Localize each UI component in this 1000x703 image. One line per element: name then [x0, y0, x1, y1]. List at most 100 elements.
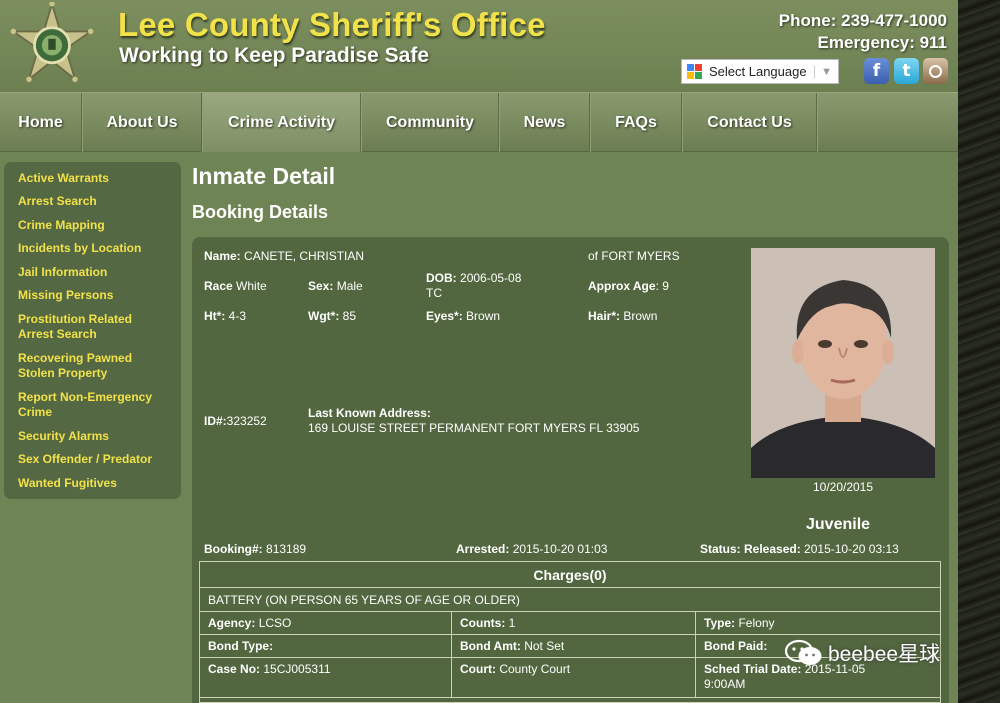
dob-value: 2006-05-08 — [460, 271, 522, 285]
nav-about-us[interactable]: About Us — [83, 93, 202, 152]
case-number-cell: Case No: 15CJ005311 — [200, 658, 452, 698]
facebook-icon[interactable]: f — [864, 58, 889, 84]
eyes-label: Eyes*: — [426, 309, 463, 323]
emergency-number: Emergency: 911 — [817, 33, 947, 52]
sidebar-item-sex-offender[interactable]: Sex Offender / Predator — [18, 452, 152, 467]
status-label: Status: Released: — [700, 542, 801, 556]
address-field: Last Known Address: 169 LOUISE STREET PE… — [308, 406, 639, 436]
sidebar-item-active-warrants[interactable]: Active Warrants — [18, 171, 109, 186]
twitter-icon[interactable]: t — [894, 58, 919, 84]
chevron-down-icon: ▼ — [814, 65, 832, 78]
weight-label: Wgt*: — [308, 309, 340, 323]
inmate-photo — [751, 248, 935, 478]
sidebar-item-arrest-search[interactable]: Arrest Search — [18, 194, 97, 209]
agency-label: Agency: — [208, 616, 256, 630]
counts-cell: Counts: 1 — [452, 612, 696, 635]
age-field: Approx Age: 9 — [588, 279, 669, 293]
sex-label: Sex: — [308, 279, 334, 293]
nav-news[interactable]: News — [500, 93, 590, 152]
status-field: Status: Released: 2015-10-20 03:13 — [700, 542, 899, 557]
sidebar-item-crime-mapping[interactable]: Crime Mapping — [18, 218, 105, 233]
name-value: CANETE, CHRISTIAN — [244, 249, 365, 263]
site-tagline: Working to Keep Paradise Safe — [119, 44, 430, 67]
height-value: 4-3 — [228, 309, 247, 323]
weight-field: Wgt*: 85 — [308, 309, 356, 324]
sidebar-item-prostitution-arrest-search[interactable]: Prostitution Related Arrest Search — [18, 312, 158, 342]
phone-number: Phone: 239-477-1000 — [778, 11, 947, 30]
arrested-label: Arrested: — [456, 542, 510, 556]
dob-label: DOB: — [426, 271, 457, 285]
city-field: of FORT MYERS — [588, 249, 680, 264]
sex-value: Male — [336, 279, 363, 293]
main-nav: Home About Us Crime Activity Community N… — [0, 92, 958, 152]
photo-date: 10/20/2015 — [812, 480, 874, 494]
address-value: 169 LOUISE STREET PERMANENT FORT MYERS F… — [308, 421, 640, 435]
eyes-value: Brown — [466, 309, 501, 323]
wechat-icon — [784, 639, 822, 665]
watermark: beebee星球 — [784, 638, 940, 668]
bond-amount-label: Bond Amt: — [460, 639, 521, 653]
id-field: ID#:323252 — [204, 414, 267, 429]
race-field: Race White — [204, 279, 267, 294]
agency-value: LCSO — [258, 616, 292, 630]
sex-field: Sex: Male — [308, 279, 363, 294]
nav-faqs[interactable]: FAQs — [591, 93, 682, 152]
sidebar-item-recovering-pawned-property[interactable]: Recovering Pawned Stolen Property — [18, 351, 150, 381]
sidebar-item-wanted-fugitives[interactable]: Wanted Fugitives — [18, 476, 117, 491]
bond-type-label: Bond Type: — [208, 639, 274, 653]
arrested-field: Arrested: 2015-10-20 01:03 — [456, 542, 607, 557]
sidebar-item-incidents-by-location[interactable]: Incidents by Location — [18, 241, 141, 256]
city-value: of FORT MYERS — [588, 249, 680, 263]
race-label: Race — [204, 279, 233, 293]
type-cell: Type: Felony — [696, 612, 940, 635]
dob-field: DOB: 2006-05-08 TC — [426, 271, 521, 301]
trial-time-value: 9:00AM — [704, 677, 746, 691]
bond-type-cell: Bond Type: — [200, 635, 452, 658]
site-title[interactable]: Lee County Sheriff's Office — [118, 6, 546, 44]
bond-paid-label: Bond Paid: — [704, 639, 768, 653]
juvenile-badge: Juvenile — [806, 516, 871, 533]
case-number-label: Case No: — [208, 662, 261, 676]
instagram-icon[interactable] — [923, 58, 948, 84]
name-field: Name: CANETE, CHRISTIAN — [204, 249, 364, 264]
charges-header: Charges(0) — [200, 562, 940, 588]
type-label: Type: — [704, 616, 736, 630]
id-value: 323252 — [226, 414, 267, 428]
hair-label: Hair*: — [588, 309, 621, 323]
age-label: Approx Age — [588, 279, 656, 293]
hair-value: Brown — [623, 309, 658, 323]
sidebar-item-security-alarms[interactable]: Security Alarms — [18, 429, 109, 444]
age-value: 9 — [662, 279, 669, 293]
type-value: Felony — [738, 616, 775, 630]
eyes-field: Eyes*: Brown — [426, 309, 500, 324]
court-value: County Court — [499, 662, 571, 676]
bond-amount-cell: Bond Amt: Not Set — [452, 635, 696, 658]
google-translate-icon — [687, 63, 703, 80]
booking-number-field: Booking#: 813189 — [204, 542, 306, 557]
arrested-value: 2015-10-20 01:03 — [512, 542, 608, 556]
sidebar-item-missing-persons[interactable]: Missing Persons — [18, 288, 113, 303]
weight-value: 85 — [342, 309, 357, 323]
charges-table: Charges(0) BATTERY (ON PERSON 65 YEARS O… — [199, 561, 941, 703]
nav-community[interactable]: Community — [362, 93, 499, 152]
race-value: White — [236, 279, 267, 293]
booking-value: 813189 — [266, 542, 307, 556]
id-label: ID#: — [204, 414, 227, 428]
site-header: Lee County Sheriff's Office Working to K… — [0, 0, 958, 92]
nav-crime-activity[interactable]: Crime Activity — [203, 93, 361, 152]
nav-contact-us[interactable]: Contact Us — [683, 93, 817, 152]
dob-note: TC — [426, 286, 442, 300]
section-title: Booking Details — [192, 202, 329, 222]
agency-cell: Agency: LCSO — [200, 612, 452, 635]
counts-value: 1 — [508, 616, 516, 630]
sidebar-item-report-non-emergency[interactable]: Report Non-Emergency Crime — [18, 390, 168, 420]
nav-home[interactable]: Home — [0, 93, 82, 152]
address-label: Last Known Address: — [308, 406, 431, 420]
sheriff-star-badge-icon[interactable] — [4, 2, 100, 94]
watermark-text: beebee星球 — [828, 643, 941, 666]
sidebar-item-jail-information[interactable]: Jail Information — [18, 265, 107, 280]
court-label: Court: — [460, 662, 496, 676]
name-label: Name: — [204, 249, 241, 263]
hair-field: Hair*: Brown — [588, 309, 657, 324]
language-select[interactable]: Select Language ▼ — [681, 59, 839, 84]
